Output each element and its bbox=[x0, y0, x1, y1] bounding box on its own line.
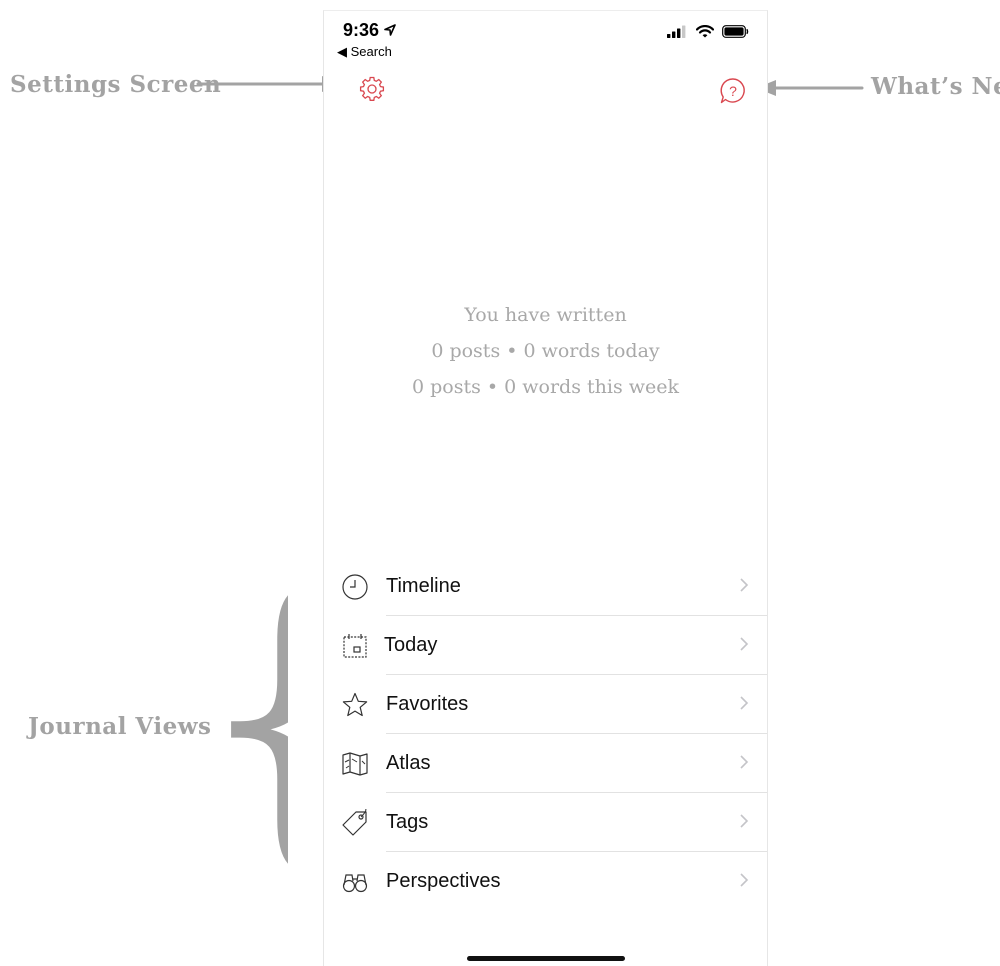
whats-new-help-icon[interactable]: ? bbox=[719, 77, 747, 105]
chevron-right-icon bbox=[740, 814, 749, 828]
chevron-right-icon bbox=[740, 755, 749, 769]
chevron-right-icon bbox=[740, 578, 749, 592]
chevron-right-icon bbox=[740, 873, 749, 887]
menu-item-today[interactable]: Today bbox=[324, 616, 767, 675]
menu-label-today: Today bbox=[384, 634, 438, 656]
journal-views-annotation: Journal Views bbox=[28, 713, 212, 740]
stats-week: 0 posts • 0 words this week bbox=[411, 376, 680, 398]
menu-label-tags: Tags bbox=[386, 811, 429, 833]
whats-new-annotation: What’s New bbox=[871, 73, 1000, 100]
location-arrow-icon bbox=[384, 24, 396, 36]
stats-heading: You have written bbox=[464, 304, 627, 326]
stats-today: 0 posts • 0 words today bbox=[431, 340, 660, 362]
menu-item-perspectives[interactable]: Perspectives bbox=[324, 852, 767, 911]
svg-text:?: ? bbox=[729, 83, 737, 99]
back-to-search-link[interactable]: ◀ Search bbox=[337, 44, 392, 60]
calendar-icon bbox=[341, 632, 369, 660]
curly-brace: { bbox=[188, 559, 288, 899]
wifi-icon bbox=[695, 25, 714, 38]
status-time: 9:36 bbox=[343, 20, 396, 41]
menu-item-favorites[interactable]: Favorites bbox=[324, 675, 767, 734]
chevron-right-icon bbox=[740, 637, 749, 651]
menu-item-timeline[interactable]: Timeline bbox=[324, 557, 767, 616]
map-icon bbox=[341, 750, 369, 778]
phone-screen: 9:36 ◀ Search ? You have written 0 posts… bbox=[323, 10, 768, 966]
binoculars-icon bbox=[341, 868, 369, 896]
menu-item-atlas[interactable]: Atlas bbox=[324, 734, 767, 793]
star-icon bbox=[341, 691, 369, 719]
menu-label-timeline: Timeline bbox=[386, 575, 461, 597]
writing-stats: You have written 0 posts • 0 words today… bbox=[324, 297, 767, 405]
clock-icon bbox=[341, 573, 369, 601]
journal-views-menu: Timeline Today Favorites Atlas Tags Pers… bbox=[324, 557, 767, 911]
settings-gear-icon[interactable] bbox=[359, 76, 385, 102]
settings-screen-annotation: Settings Screen bbox=[10, 71, 222, 98]
menu-item-tags[interactable]: Tags bbox=[324, 793, 767, 852]
menu-label-atlas: Atlas bbox=[386, 752, 431, 774]
menu-label-favorites: Favorites bbox=[386, 693, 469, 715]
tag-icon bbox=[341, 808, 369, 837]
battery-icon bbox=[722, 25, 749, 38]
chevron-right-icon bbox=[740, 696, 749, 710]
menu-label-perspectives: Perspectives bbox=[386, 870, 501, 892]
cellular-signal-icon bbox=[667, 25, 686, 38]
home-indicator[interactable] bbox=[467, 956, 625, 961]
whats-new-arrow bbox=[756, 80, 864, 96]
status-icons bbox=[667, 25, 749, 43]
